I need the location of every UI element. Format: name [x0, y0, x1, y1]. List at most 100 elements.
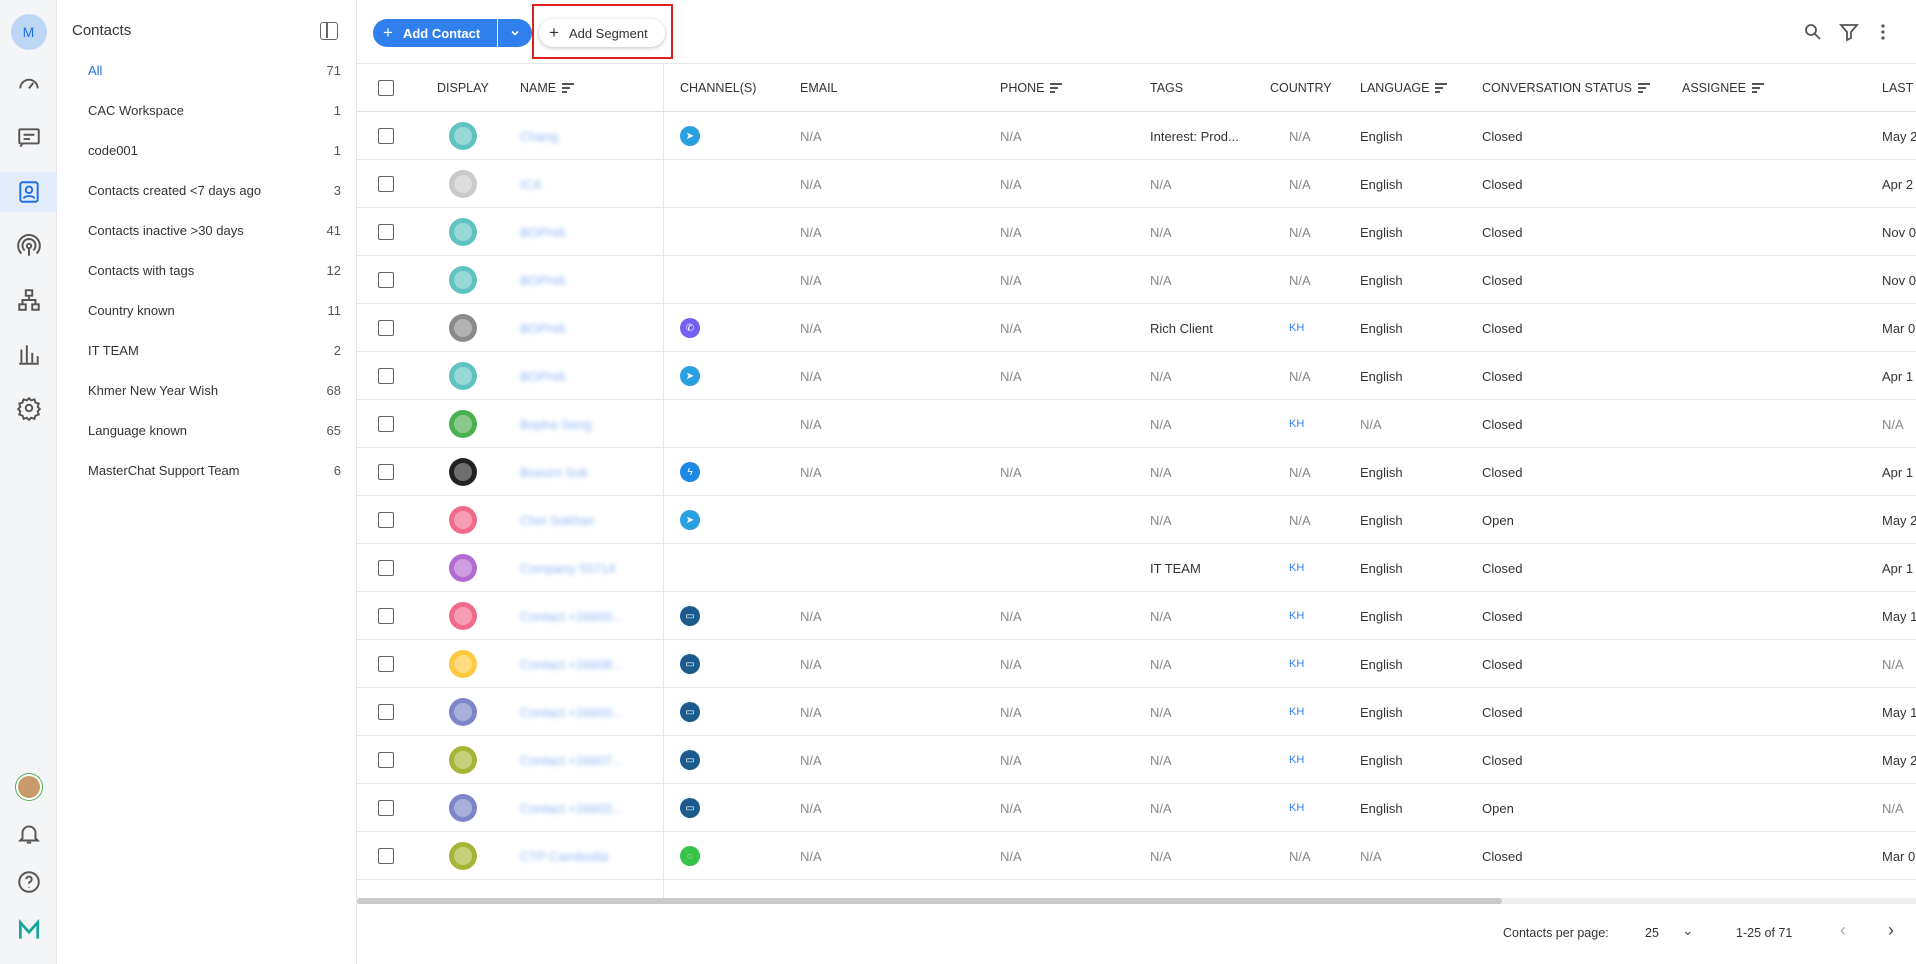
contact-name[interactable]: Bopha Seng	[520, 400, 650, 448]
col-language[interactable]: LANGUAGE	[1360, 64, 1448, 112]
contact-name[interactable]: BOPHA	[520, 256, 650, 304]
contact-name[interactable]: Chang	[520, 112, 650, 160]
plus-icon: +	[549, 23, 559, 42]
broadcast-icon[interactable]	[0, 226, 57, 266]
chevron-down-icon[interactable]: ⌄	[1682, 922, 1694, 939]
segment-item[interactable]: code001 1	[57, 130, 357, 170]
row-checkbox[interactable]	[378, 208, 394, 256]
table-row[interactable]: Contact +16600... ▭ N/A N/A N/A KH English Clos…	[357, 688, 1916, 736]
contact-name[interactable]: BOPHA	[520, 208, 650, 256]
conversations-icon[interactable]	[0, 118, 57, 158]
settings-icon[interactable]	[0, 388, 57, 428]
channel-cell: ➤	[680, 496, 700, 544]
notifications-icon[interactable]	[0, 814, 57, 854]
row-checkbox[interactable]	[378, 352, 394, 400]
status-cell: Closed	[1482, 752, 1523, 768]
select-all-checkbox[interactable]	[378, 64, 394, 112]
help-icon[interactable]	[0, 862, 57, 902]
user-avatar[interactable]: M	[0, 8, 57, 56]
col-assignee[interactable]: ASSIGNEE	[1682, 64, 1764, 112]
segment-item[interactable]: Contacts inactive >30 days 41	[57, 210, 357, 250]
table-row[interactable]: Boeurn Sok ϟ N/A N/A N/A N/A English Closed Apr …	[357, 448, 1916, 496]
add-contact-button[interactable]: + Add Contact	[373, 19, 497, 47]
col-name[interactable]: NAME	[520, 64, 575, 112]
contact-name[interactable]: Contact +16600...	[520, 688, 650, 736]
row-checkbox[interactable]	[378, 448, 394, 496]
previous-page-icon[interactable]: ‹	[1840, 920, 1846, 941]
segment-label: MasterChat Support Team	[88, 462, 240, 478]
add-contact-dropdown-button[interactable]	[498, 19, 532, 47]
row-checkbox[interactable]	[378, 592, 394, 640]
avatar	[449, 112, 477, 160]
table-row[interactable]: Contact +16608... ▭ N/A N/A N/A KH English Clos…	[357, 640, 1916, 688]
contact-name[interactable]: Contact +16602...	[520, 784, 650, 832]
segment-item[interactable]: Contacts with tags 12	[57, 250, 357, 290]
profile-avatar[interactable]	[0, 767, 57, 807]
per-page-select[interactable]: 25	[1645, 926, 1659, 940]
row-checkbox[interactable]	[378, 304, 394, 352]
search-icon[interactable]	[1803, 22, 1823, 42]
contacts-icon[interactable]	[0, 172, 57, 212]
row-checkbox[interactable]	[378, 496, 394, 544]
row-checkbox[interactable]	[378, 544, 394, 592]
table-row[interactable]: Company 55714 IT TEAM KH English Closed Apr 1	[357, 544, 1916, 592]
contact-name[interactable]: Company 55714	[520, 544, 650, 592]
row-checkbox[interactable]	[378, 400, 394, 448]
contact-name[interactable]: Contact +16600...	[520, 592, 650, 640]
workflow-icon[interactable]	[0, 280, 57, 320]
contact-name[interactable]: Contact +16608...	[520, 640, 650, 688]
table-row[interactable]: Chang ➤ N/A N/A Interest: Prod... N/A English C…	[357, 112, 1916, 160]
segment-item[interactable]: All 71	[57, 50, 357, 90]
segment-item[interactable]: Language known 65	[57, 410, 357, 450]
row-checkbox[interactable]	[378, 160, 394, 208]
col-conversation-status[interactable]: CONVERSATION STATUS	[1482, 64, 1651, 112]
table-row[interactable]: CTP Cambodia ◌ N/A N/A N/A N/A N/A Closed Mar 0	[357, 832, 1916, 880]
dashboard-icon[interactable]	[0, 64, 57, 104]
sort-icon	[1435, 83, 1448, 93]
table-row[interactable]: Chin Sokhan ➤ N/A N/A English Open May 2	[357, 496, 1916, 544]
table-row[interactable]: Contact +16602... ▭ N/A N/A N/A KH English Open…	[357, 784, 1916, 832]
filter-icon[interactable]	[1839, 22, 1859, 42]
assignee-cell	[1682, 304, 1842, 352]
language-cell: English	[1360, 560, 1403, 576]
segment-item[interactable]: Country known 11	[57, 290, 357, 330]
reports-icon[interactable]	[0, 334, 57, 374]
table-row[interactable]: BOPHA N/A N/A N/A N/A English Closed Nov 0	[357, 208, 1916, 256]
country-cell: N/A	[1289, 224, 1311, 240]
row-checkbox[interactable]	[378, 736, 394, 784]
table-row[interactable]: BOPHA ➤ N/A N/A N/A N/A English Closed Apr 1	[357, 352, 1916, 400]
row-checkbox[interactable]	[378, 832, 394, 880]
status-cell: Open	[1482, 800, 1514, 816]
contact-name[interactable]: CTP Cambodia	[520, 832, 650, 880]
table-row[interactable]: BOPHA ✆ N/A N/A Rich Client KH English Closed Ma…	[357, 304, 1916, 352]
row-checkbox[interactable]	[378, 640, 394, 688]
segment-item[interactable]: CAC Workspace 1	[57, 90, 357, 130]
contact-name[interactable]: Contact +16607...	[520, 736, 650, 784]
table-row[interactable]: Contact +16600... ▭ N/A N/A N/A KH English Clos…	[357, 592, 1916, 640]
contact-name[interactable]: Chin Sokhan	[520, 496, 650, 544]
more-options-icon[interactable]	[1873, 22, 1893, 42]
row-checkbox[interactable]	[378, 688, 394, 736]
row-checkbox[interactable]	[378, 256, 394, 304]
contact-name[interactable]: BOPHA	[520, 304, 650, 352]
contact-name[interactable]: ICA	[520, 160, 650, 208]
table-row[interactable]: ICA N/A N/A N/A N/A English Closed Apr 2	[357, 160, 1916, 208]
add-segment-button[interactable]: + Add Segment	[539, 19, 665, 47]
row-checkbox[interactable]	[378, 784, 394, 832]
row-checkbox[interactable]	[378, 112, 394, 160]
email-cell: N/A	[800, 128, 822, 144]
contact-name[interactable]: Boeurn Sok	[520, 448, 650, 496]
segment-item[interactable]: Contacts created <7 days ago 3	[57, 170, 357, 210]
collapse-panel-icon[interactable]	[320, 22, 338, 40]
segment-item[interactable]: IT TEAM 2	[57, 330, 357, 370]
segment-item[interactable]: Khmer New Year Wish 68	[57, 370, 357, 410]
logo-icon[interactable]	[0, 910, 57, 950]
contact-name[interactable]: BOPHA	[520, 352, 650, 400]
col-phone[interactable]: PHONE	[1000, 64, 1063, 112]
segment-item[interactable]: MasterChat Support Team 6	[57, 450, 357, 490]
table-row[interactable]: Contact +16607... ▭ N/A N/A N/A KH English Clos…	[357, 736, 1916, 784]
phone-cell: N/A	[1000, 752, 1022, 768]
table-row[interactable]: BOPHA N/A N/A N/A N/A English Closed Nov 0	[357, 256, 1916, 304]
table-row[interactable]: Bopha Seng N/A N/A KH N/A Closed N/A	[357, 400, 1916, 448]
next-page-icon[interactable]: ›	[1888, 920, 1894, 941]
